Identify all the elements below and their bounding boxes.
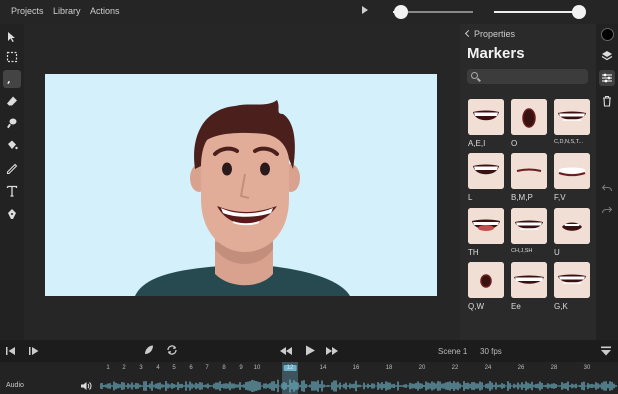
color-swatch[interactable] [599,26,615,42]
transport-bar: Scene 1 30 fps [0,340,618,362]
eraser-icon[interactable] [3,92,21,110]
timeline-tick[interactable]: 3 [139,365,142,371]
zoom-slider-track[interactable] [494,11,580,13]
select-arrow-icon[interactable] [3,28,21,46]
undo-icon[interactable] [599,180,615,196]
app-window: Projects Library Actions Properties Mark… [0,0,618,394]
marker-tile[interactable] [511,153,547,189]
fps-label[interactable]: 30 fps [480,347,502,356]
marker-label: Q,W [468,302,484,311]
audio-waveform[interactable] [100,378,618,394]
play-button-icon[interactable] [304,344,316,357]
marker-tile[interactable] [468,153,504,189]
marker-tile[interactable] [511,262,547,298]
timeline-tick[interactable]: 5 [172,365,175,371]
trash-icon[interactable] [599,93,615,109]
marker-label: U [554,248,560,257]
marker-tile[interactable] [468,99,504,135]
fill-bucket-icon[interactable] [3,136,21,154]
marker-tile[interactable] [554,99,590,135]
marker-label: Ee [511,302,521,311]
scene-label[interactable]: Scene 1 [438,347,467,356]
marker-label: F,V [554,193,566,202]
loop-icon[interactable] [166,344,178,356]
timeline-tick[interactable]: 22 [452,365,459,371]
canvas-area[interactable] [24,24,460,340]
timeline-tick[interactable]: 9 [239,365,242,371]
panel-title: Markers [467,45,525,62]
properties-panel: Properties Markers A,E,I O C,D,N,S,T... L B,… [460,24,596,340]
timeline-tick[interactable]: 16 [353,365,360,371]
menu-projects[interactable]: Projects [11,6,44,16]
stage-canvas[interactable] [45,74,437,296]
marker-label: TH [468,248,479,257]
pen-tool-icon[interactable] [3,205,21,223]
timeline-tick[interactable]: 1 [106,365,109,371]
redo-icon[interactable] [599,202,615,218]
back-label: Properties [474,29,516,39]
timeline[interactable]: 1 2 3 4 5 6 7 8 9 10 12 14 16 18 20 22 24 26 28 30 Audio [0,362,618,394]
timeline-tick[interactable]: 4 [156,365,159,371]
menu-actions[interactable]: Actions [90,6,120,16]
play-icon[interactable] [362,6,368,14]
timeline-tick[interactable]: 30 [584,365,591,371]
timeline-tick[interactable]: 26 [518,365,525,371]
right-icon-bar [596,24,618,340]
timeline-tick[interactable]: 28 [551,365,558,371]
timeline-tick[interactable]: 20 [419,365,426,371]
menu-library[interactable]: Library [53,6,81,16]
marker-label: C,D,N,S,T... [554,139,584,145]
marker-label: A,E,I [468,139,486,148]
marker-tile[interactable] [511,99,547,135]
marker-tile[interactable] [554,262,590,298]
marker-label: O [511,139,518,148]
playback-slider-knob[interactable] [394,5,408,19]
search-icon [471,72,478,79]
zoom-slider-knob[interactable] [572,5,586,19]
collapse-timeline-icon[interactable] [600,345,612,357]
timeline-tick[interactable]: 18 [386,365,393,371]
properties-sliders-icon[interactable] [599,70,615,86]
smudge-icon[interactable] [3,114,21,132]
eyedropper-icon[interactable] [3,160,21,178]
top-bar: Projects Library Actions [0,0,618,24]
next-frame-icon[interactable] [28,345,40,357]
marquee-select-icon[interactable] [3,48,21,66]
onion-skin-icon[interactable] [143,344,155,356]
marker-tile[interactable] [468,208,504,244]
marker-label: B,M,P [511,193,533,202]
character-illustration [135,100,350,296]
marker-label: G,K [554,302,568,311]
rewind-icon[interactable] [279,345,293,357]
fast-forward-icon[interactable] [325,345,339,357]
timeline-tick[interactable]: 7 [205,365,208,371]
timeline-tick[interactable]: 6 [189,365,192,371]
timeline-tick[interactable]: 8 [222,365,225,371]
brush-icon[interactable] [3,70,21,88]
timeline-tick[interactable]: 14 [320,365,327,371]
marker-tile[interactable] [554,208,590,244]
tool-bar [0,24,24,340]
timeline-tick[interactable]: 2 [122,365,125,371]
timeline-tick[interactable]: 10 [254,365,261,371]
audio-track-label: Audio [6,382,24,389]
marker-label: CH,J,SH [511,248,533,254]
timeline-tick[interactable]: 24 [485,365,492,371]
previous-frame-icon[interactable] [5,345,17,357]
marker-search-input[interactable] [467,69,588,84]
layers-icon[interactable] [599,48,615,64]
back-to-properties-button[interactable]: Properties [464,29,516,39]
text-tool-icon[interactable] [3,182,21,200]
speaker-icon[interactable] [80,381,92,391]
chevron-left-icon [464,29,473,38]
marker-tile[interactable] [554,153,590,189]
marker-label: L [468,193,473,202]
marker-tile[interactable] [468,262,504,298]
marker-tile[interactable] [511,208,547,244]
